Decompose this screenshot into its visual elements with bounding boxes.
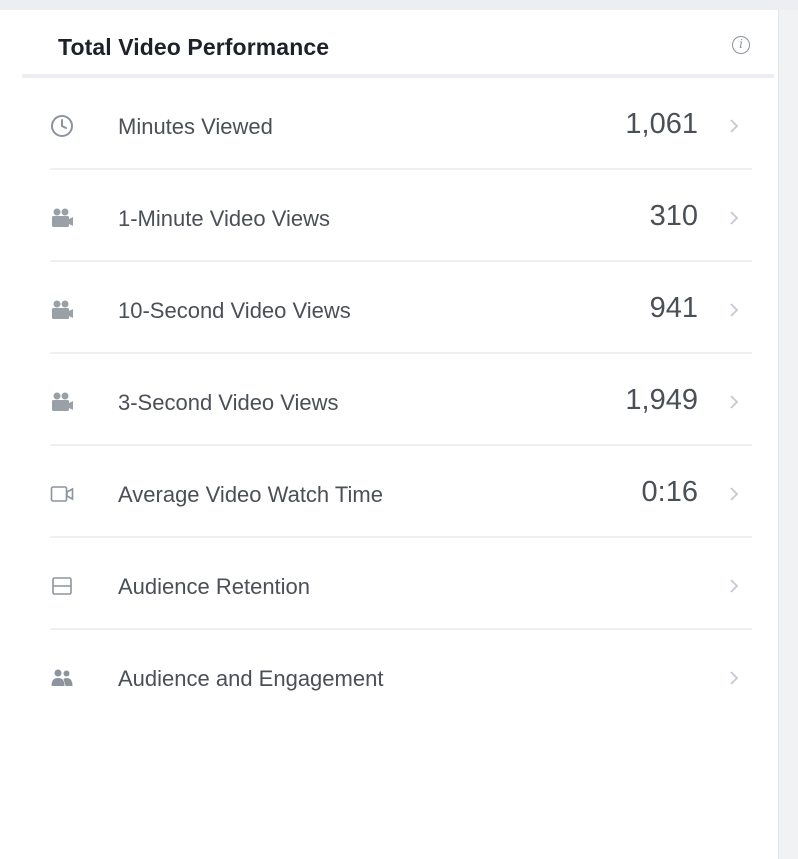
video-views-icon — [52, 300, 73, 319]
top-strip — [0, 0, 798, 10]
video-views-icon — [52, 392, 73, 411]
info-icon[interactable]: i — [732, 36, 750, 54]
metric-row-3-second-video-views[interactable]: 3-Second Video Views 1,949 — [50, 354, 752, 446]
metric-value: 1,949 — [625, 384, 698, 416]
metric-label: Average Video Watch Time — [118, 482, 383, 507]
video-camera-icon — [50, 486, 74, 502]
metric-value: 941 — [649, 292, 698, 324]
page: Total Video Performance i Minutes Viewed… — [0, 0, 798, 859]
panel-header: Total Video Performance i — [22, 10, 774, 78]
metric-label: Minutes Viewed — [118, 114, 273, 139]
metric-row-audience-and-engagement[interactable]: Audience and Engagement — [50, 630, 752, 722]
metric-value: 0:16 — [641, 476, 698, 508]
metric-row-audience-retention[interactable]: Audience Retention — [50, 538, 752, 630]
metric-label: Audience and Engagement — [118, 666, 384, 691]
video-views-icon — [52, 208, 73, 227]
chevron-right-icon — [730, 671, 739, 685]
metric-row-average-video-watch-time[interactable]: Average Video Watch Time 0:16 — [50, 446, 752, 538]
metric-row-10-second-video-views[interactable]: 10-Second Video Views 941 — [50, 262, 752, 354]
scrollbar[interactable] — [778, 10, 798, 859]
retention-icon — [52, 577, 72, 595]
metric-row-1-minute-video-views[interactable]: 1-Minute Video Views 310 — [50, 170, 752, 262]
metric-value: 1,061 — [625, 108, 698, 140]
chevron-right-icon — [730, 487, 739, 501]
chevron-right-icon — [730, 303, 739, 317]
metrics-list: Minutes Viewed 1,061 1-Minute Video View… — [50, 78, 752, 722]
metric-label: 3-Second Video Views — [118, 390, 339, 415]
clock-icon — [51, 115, 73, 137]
total-video-performance-panel: Total Video Performance i Minutes Viewed… — [22, 10, 774, 859]
metric-label: 1-Minute Video Views — [118, 206, 330, 231]
panel-title: Total Video Performance — [58, 34, 330, 60]
people-icon — [51, 669, 73, 686]
metric-row-minutes-viewed[interactable]: Minutes Viewed 1,061 — [50, 78, 752, 170]
metric-label: Audience Retention — [118, 574, 311, 599]
chevron-right-icon — [730, 119, 739, 133]
metric-label: 10-Second Video Views — [118, 298, 351, 323]
metric-value: 310 — [649, 200, 698, 232]
chevron-right-icon — [730, 211, 739, 225]
chevron-right-icon — [730, 579, 739, 593]
chevron-right-icon — [730, 395, 739, 409]
